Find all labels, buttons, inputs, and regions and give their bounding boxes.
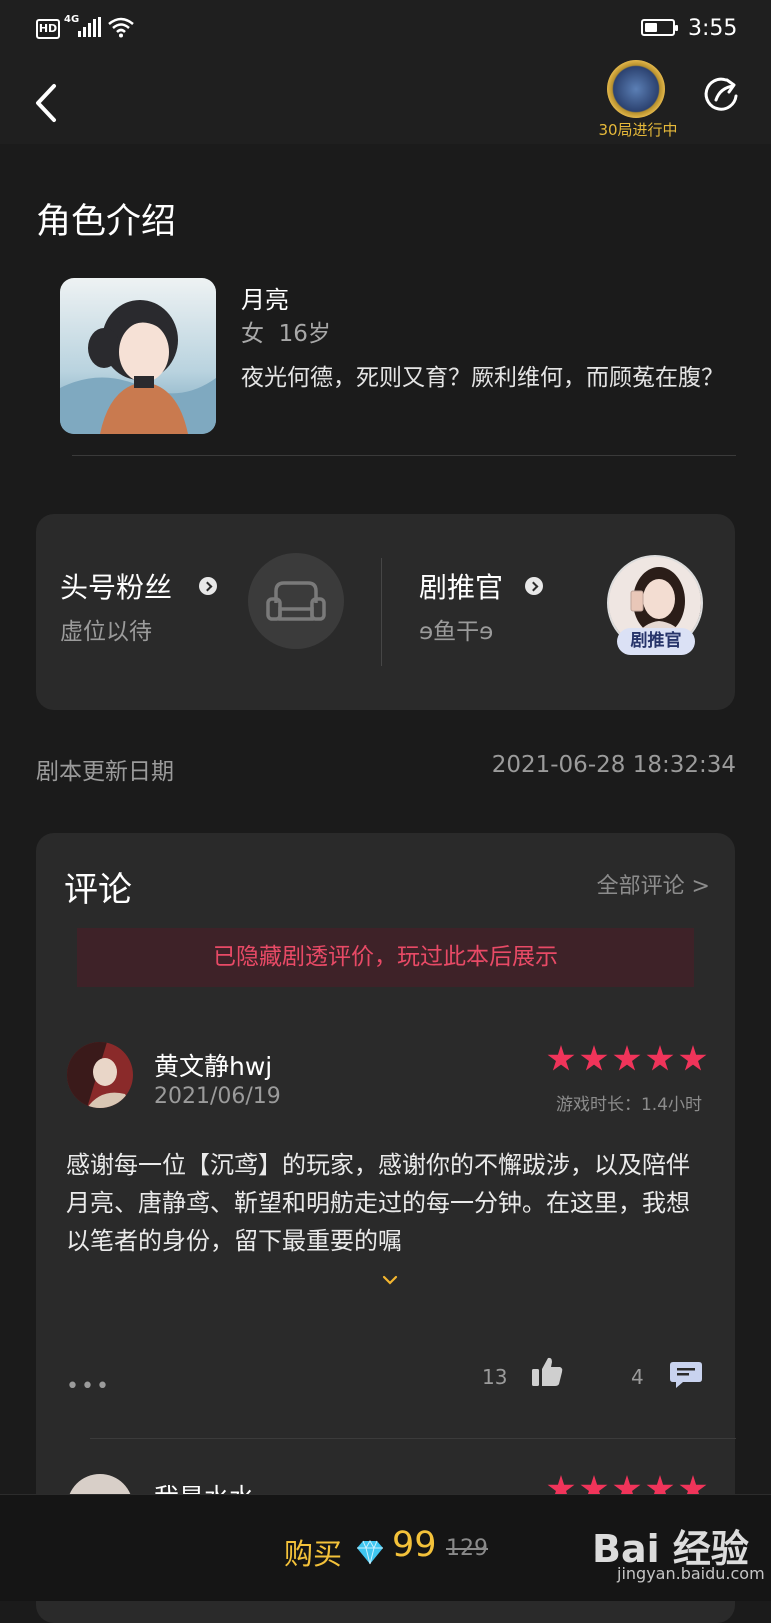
- star-icon: [646, 1045, 674, 1071]
- reply-count: 4: [631, 1365, 644, 1389]
- role-avatar[interactable]: [60, 278, 216, 434]
- recommender-chevron-icon[interactable]: [525, 577, 543, 595]
- original-price: 129: [446, 1536, 488, 1561]
- star-icon: [679, 1045, 707, 1071]
- buy-button[interactable]: 购买: [284, 1531, 342, 1573]
- game-badge-label[interactable]: 30局进行中: [590, 119, 686, 140]
- role-gender-age: 女 16岁: [241, 321, 331, 347]
- thumbs-up-icon[interactable]: [530, 1355, 564, 1389]
- update-date-label: 剧本更新日期: [36, 759, 174, 785]
- role-name: 月亮: [241, 286, 289, 314]
- diamond-icon: [357, 1539, 383, 1565]
- role-description: 夜光何德，死则又育？厥利维何，而顾菟在腹？: [241, 365, 724, 391]
- commenter-avatar[interactable]: [67, 1042, 133, 1108]
- top-fan-chevron-icon[interactable]: [199, 577, 217, 595]
- rating-stars: [542, 1045, 707, 1073]
- empty-seat[interactable]: [248, 553, 344, 649]
- commenter-name[interactable]: 黄文静hwj: [154, 1047, 272, 1083]
- price[interactable]: 99: [392, 1525, 437, 1565]
- comments-title: 评论: [64, 870, 132, 910]
- game-badge-medal[interactable]: [607, 60, 665, 118]
- vertical-divider: [381, 558, 382, 666]
- comment-divider: [90, 1438, 736, 1439]
- play-time: 游戏时长：1.4小时: [555, 1095, 702, 1115]
- network-type: 4G: [64, 14, 80, 25]
- back-arrow-icon[interactable]: [30, 80, 64, 126]
- wifi-icon: [108, 17, 134, 38]
- spoiler-notice: 已隐藏剧透评价，玩过此本后展示: [77, 928, 694, 987]
- star-icon: [547, 1045, 575, 1071]
- comment-icon[interactable]: [669, 1360, 703, 1390]
- recommender-title[interactable]: 剧推官: [419, 566, 503, 606]
- chevron-down-icon[interactable]: [382, 1272, 398, 1288]
- recommender-name: ɘ鱼干ɘ: [419, 619, 494, 645]
- star-icon: [613, 1045, 641, 1071]
- comment-date: 2021/06/19: [154, 1084, 281, 1109]
- share-icon[interactable]: [702, 74, 742, 114]
- star-icon: [580, 1045, 608, 1071]
- all-comments-link[interactable]: 全部评论 >: [560, 868, 710, 900]
- like-count: 13: [482, 1365, 508, 1389]
- recommender-badge: 剧推官: [617, 628, 695, 655]
- more-options-button[interactable]: •••: [66, 1374, 111, 1399]
- battery-icon: [641, 19, 678, 36]
- watermark-url: jingyan.baidu.com: [617, 1564, 765, 1583]
- signal-icon: [78, 17, 102, 37]
- hd-indicator: HD: [36, 19, 60, 39]
- comment-text[interactable]: 感谢每一位【沉鸢】的玩家，感谢你的不懈跋涉，以及陪伴月亮、唐静鸢、靳望和明舫走过…: [66, 1146, 706, 1260]
- top-fan-title[interactable]: 头号粉丝: [60, 566, 172, 606]
- top-fan-status: 虚位以待: [60, 619, 152, 645]
- section-title-role-intro: 角色介绍: [36, 202, 177, 242]
- armchair-icon: [266, 581, 326, 621]
- clock: 3:55: [688, 16, 738, 41]
- update-date-value: 2021-06-28 18:32:34: [491, 752, 736, 778]
- divider: [72, 455, 736, 456]
